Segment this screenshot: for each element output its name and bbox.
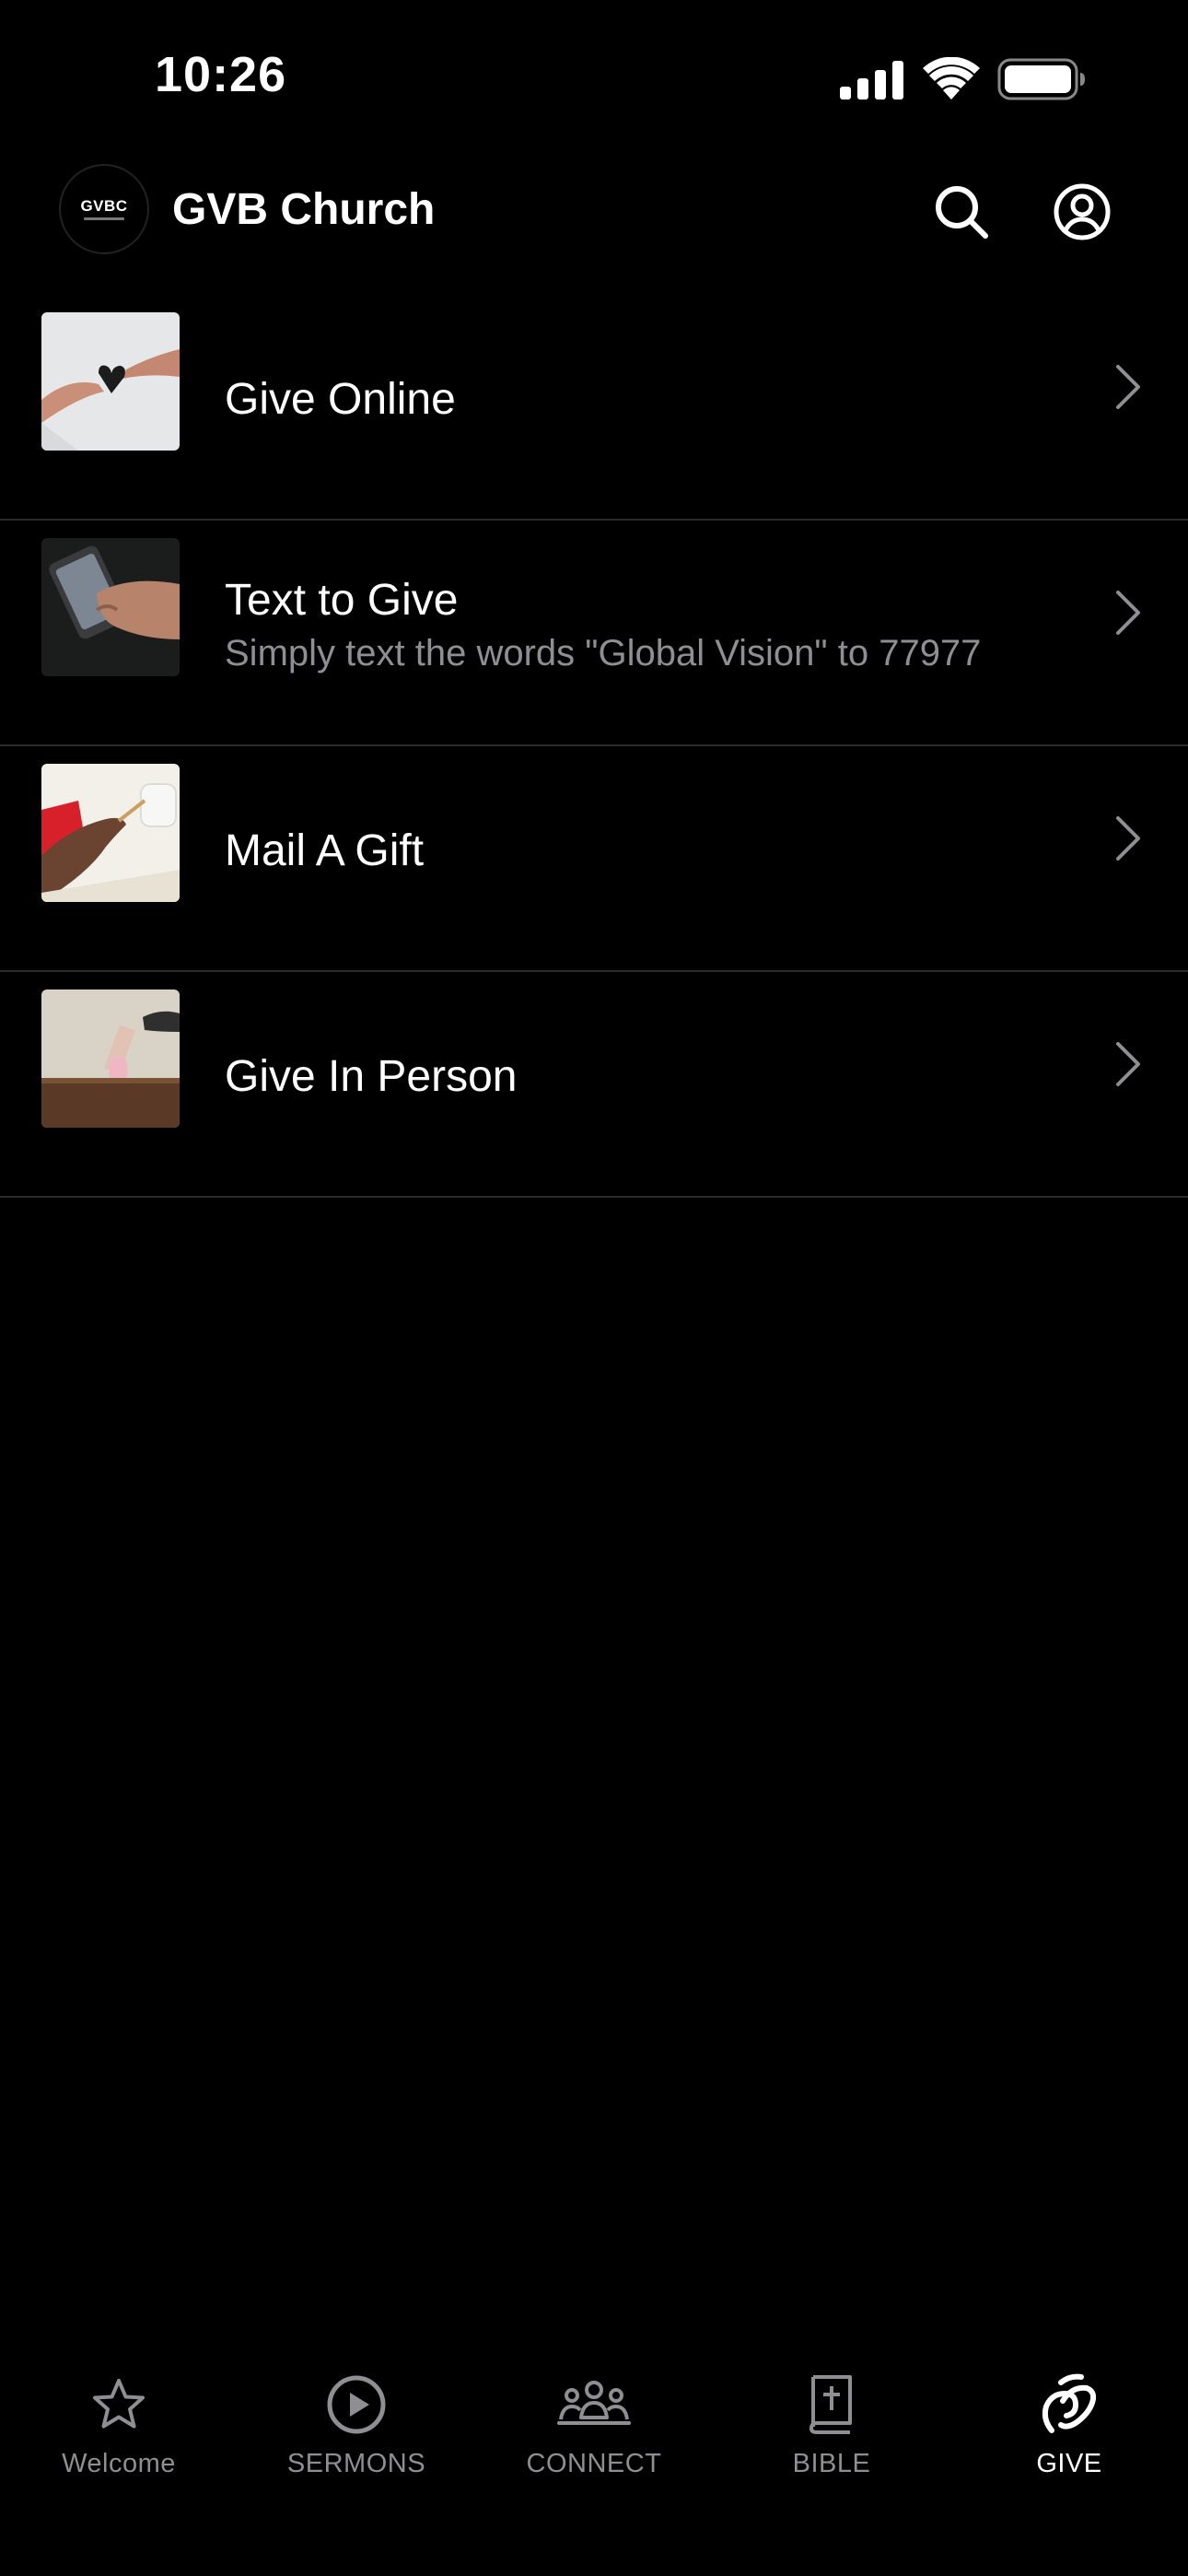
tab-connect[interactable]: CONNECT (475, 2340, 713, 2497)
item-text: Mail A Gift (225, 746, 424, 972)
item-text: Give In Person (225, 972, 517, 1198)
tab-welcome[interactable]: Welcome (0, 2340, 238, 2497)
search-button[interactable] (925, 175, 998, 249)
list-item-mail-a-gift[interactable]: Mail A Gift (0, 746, 1188, 972)
wifi-icon (923, 57, 980, 100)
app-header: GVBC GVB Church (0, 157, 1188, 295)
chevron-right-icon (1116, 816, 1140, 861)
church-logo-text: GVBC (80, 197, 128, 215)
hands-heart-thumbnail (41, 312, 180, 451)
chevron-right-icon (1116, 365, 1140, 409)
tab-label: BIBLE (792, 2449, 871, 2478)
item-title: Mail A Gift (225, 825, 425, 875)
list-item-give-online[interactable]: Give Online (0, 295, 1188, 521)
tab-label: GIVE (1036, 2449, 1102, 2478)
tab-sermons[interactable]: SERMONS (238, 2340, 475, 2497)
tab-give[interactable]: GIVE (950, 2340, 1188, 2497)
tab-label: Welcome (62, 2449, 176, 2478)
item-text: Text to Give Simply text the words "Glob… (225, 521, 981, 746)
profile-icon (1054, 183, 1111, 240)
play-circle-icon (320, 2368, 393, 2441)
phone-in-hand-thumbnail (41, 538, 180, 676)
tab-bible[interactable]: BIBLE (713, 2340, 950, 2497)
bible-icon (795, 2368, 868, 2441)
tab-label: SERMONS (286, 2449, 426, 2478)
tab-bar: Welcome SERMONS CONNECT BIBLE GIVE (0, 2340, 1188, 2576)
item-title: Give In Person (225, 1051, 518, 1101)
church-logo-tagline (84, 217, 124, 220)
item-text: Give Online (225, 295, 456, 521)
church-logo[interactable]: GVBC (59, 164, 149, 254)
give-icon (1032, 2368, 1106, 2441)
church-name: GVB Church (172, 185, 436, 234)
give-options-list: Give Online Text to Give Simply text the… (0, 295, 1188, 1198)
star-icon (82, 2368, 156, 2441)
offering-box-thumbnail (41, 989, 180, 1128)
profile-button[interactable] (1045, 175, 1119, 249)
item-title: Text to Give (225, 575, 459, 625)
status-bar: 10:26 (0, 0, 1188, 157)
people-icon (557, 2368, 631, 2441)
list-item-text-to-give[interactable]: Text to Give Simply text the words "Glob… (0, 521, 1188, 746)
cellular-signal-icon (840, 61, 903, 100)
list-item-give-in-person[interactable]: Give In Person (0, 972, 1188, 1198)
battery-icon (997, 58, 1085, 100)
status-time: 10:26 (155, 47, 287, 102)
item-title: Give Online (225, 374, 456, 424)
item-subtitle: Simply text the words "Global Vision" to… (225, 633, 982, 674)
search-icon (936, 186, 988, 239)
writing-hand-thumbnail (41, 764, 180, 902)
chevron-right-icon (1116, 591, 1140, 635)
chevron-right-icon (1116, 1042, 1140, 1086)
tab-label: CONNECT (526, 2449, 662, 2478)
